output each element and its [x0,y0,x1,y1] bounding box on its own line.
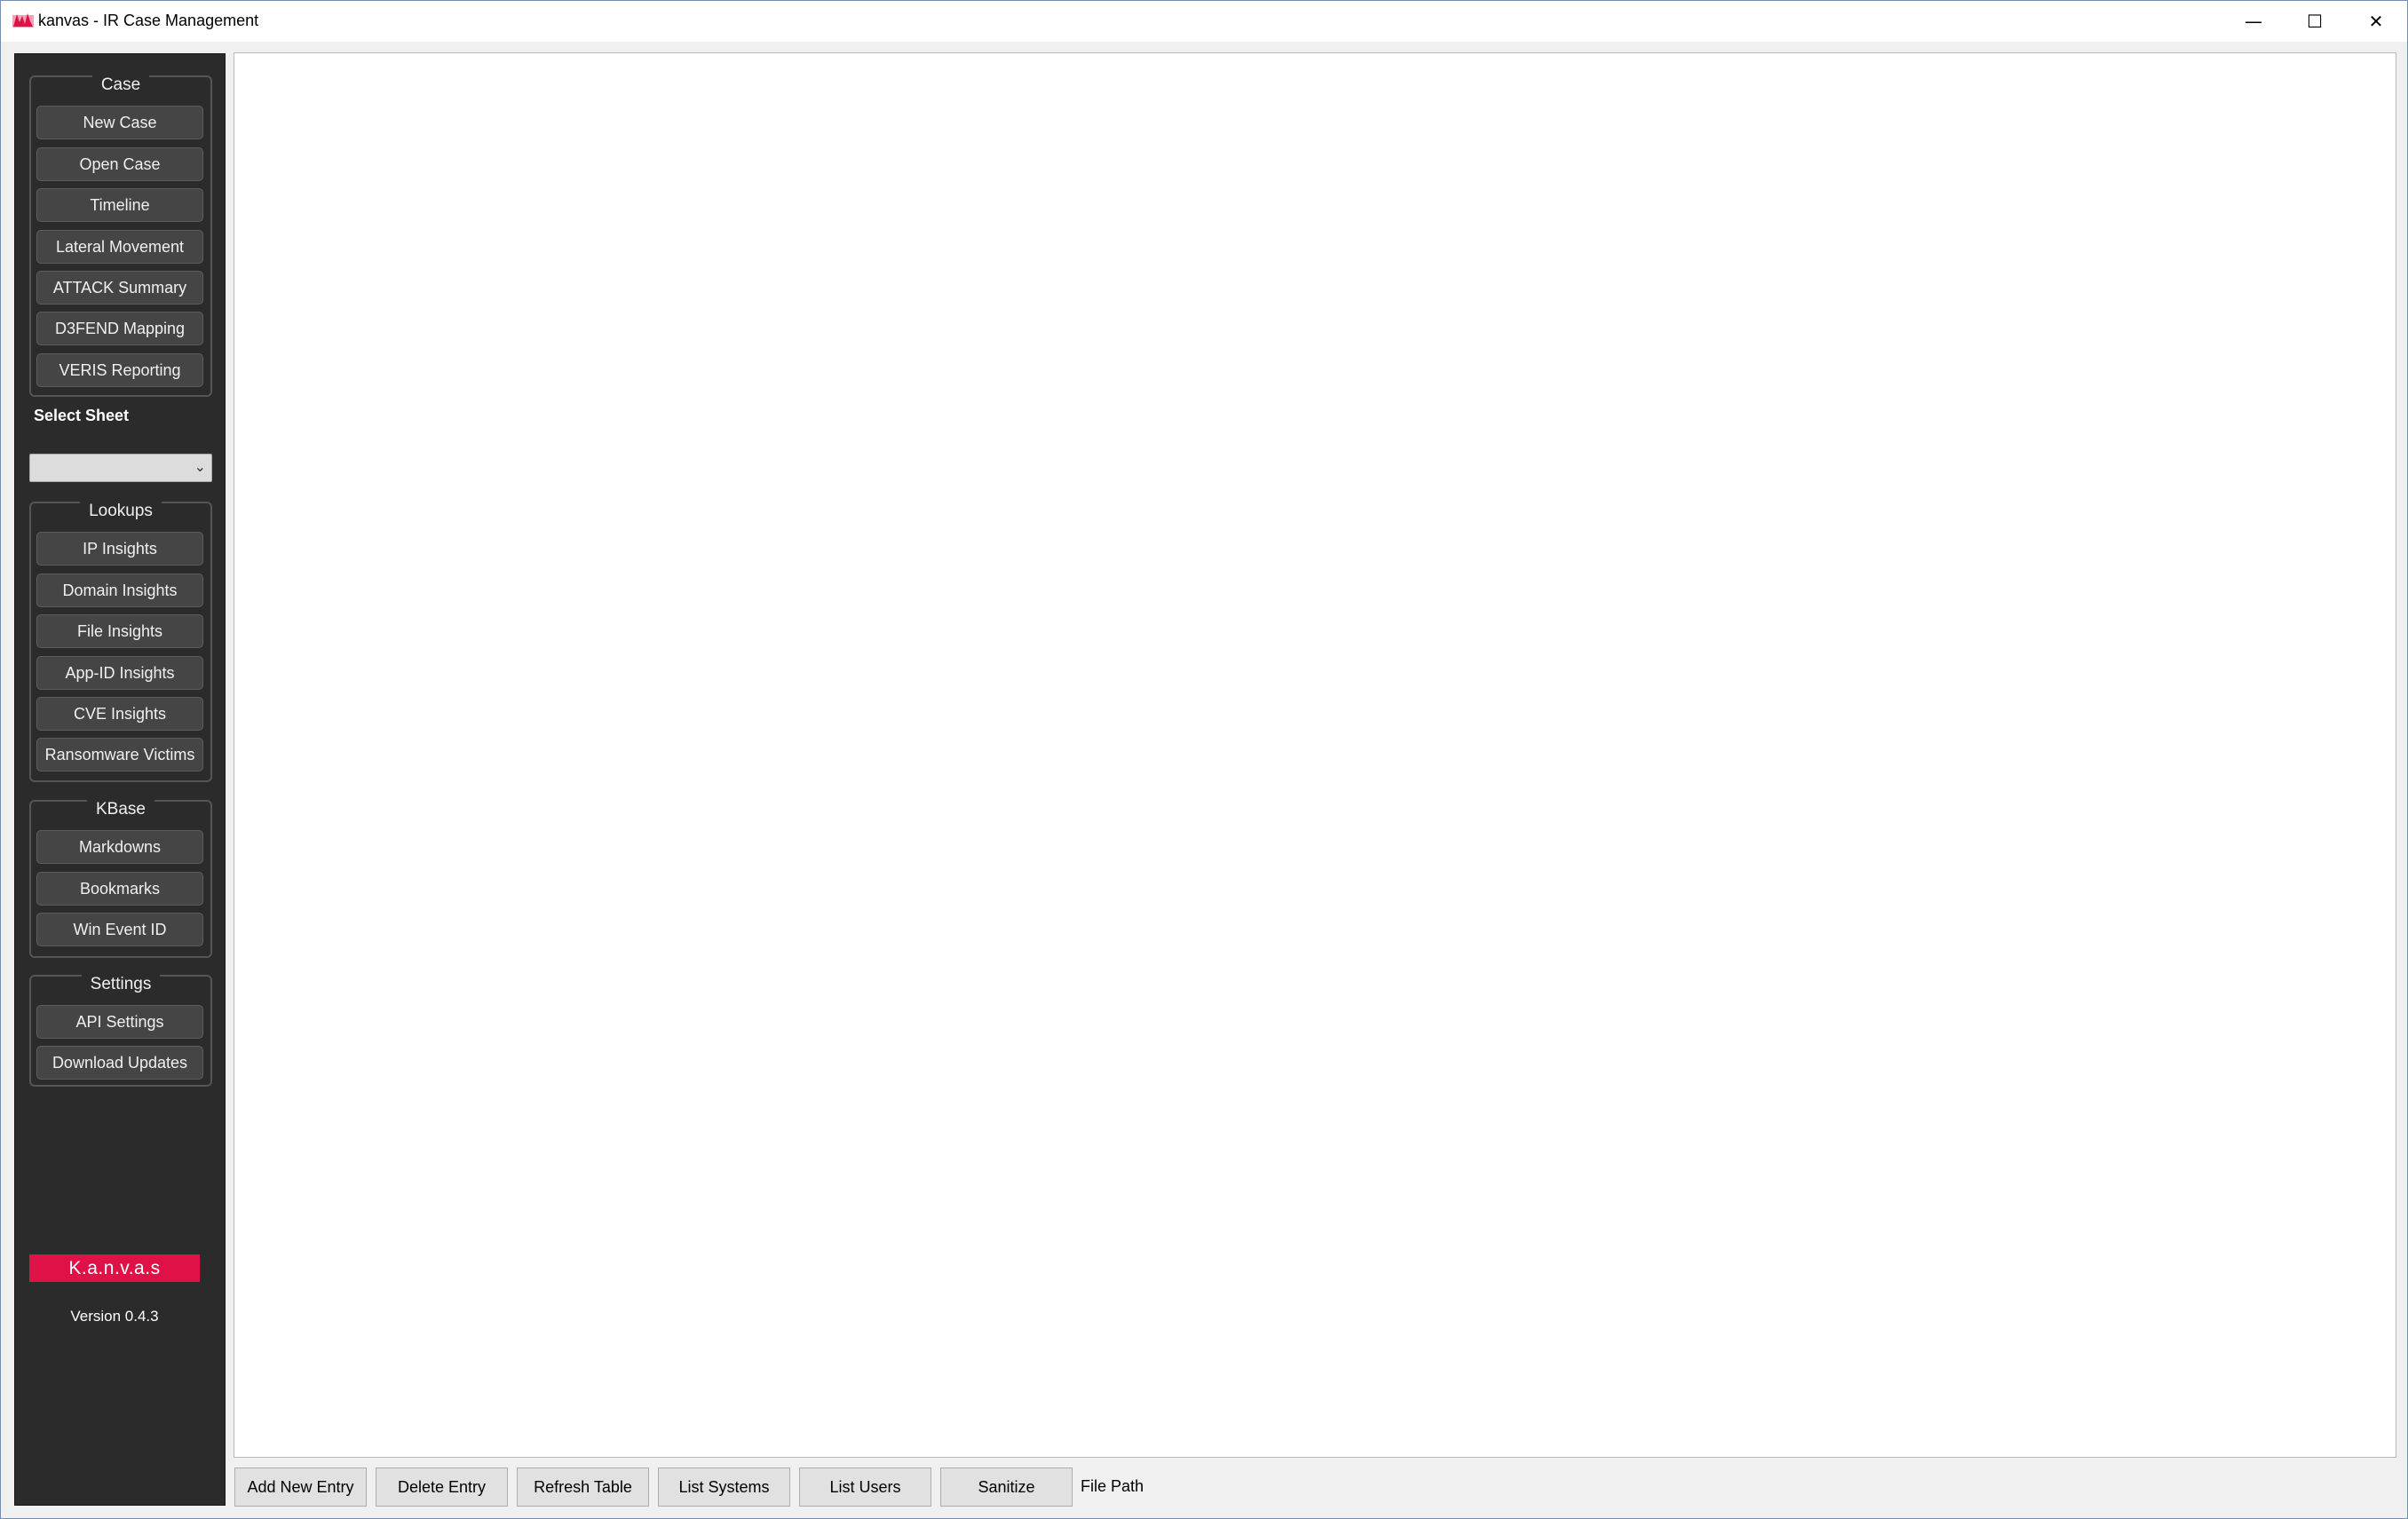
window-title: kanvas - IR Case Management [38,12,259,29]
close-button[interactable]: ✕ [2345,1,2407,42]
file-insights-button[interactable]: File Insights [36,614,203,648]
refresh-table-button[interactable]: Refresh Table [517,1468,649,1507]
case-group: Case New Case Open Case Timeline Lateral… [29,75,212,397]
list-users-button[interactable]: List Users [799,1468,931,1507]
veris-reporting-button[interactable]: VERIS Reporting [36,353,203,387]
ip-insights-button[interactable]: IP Insights [36,532,203,566]
main-table-area[interactable] [234,52,2396,1458]
title-bar: kanvas - IR Case Management — ☐ ✕ [1,1,2407,42]
domain-insights-button[interactable]: Domain Insights [36,574,203,607]
settings-group: Settings API Settings Download Updates [29,975,212,1087]
brand-banner: K.a.n.v.a.s [29,1254,200,1282]
maximize-button[interactable]: ☐ [2284,1,2346,42]
list-systems-button[interactable]: List Systems [658,1468,790,1507]
select-sheet-label: Select Sheet [34,407,130,424]
markdowns-button[interactable]: Markdowns [36,830,203,864]
new-case-button[interactable]: New Case [36,106,203,139]
open-case-button[interactable]: Open Case [36,147,203,181]
app-window: kanvas - IR Case Management — ☐ ✕ Case N… [0,0,2408,1519]
settings-group-title: Settings [81,975,161,994]
sanitize-button[interactable]: Sanitize [940,1468,1073,1507]
d3fend-mapping-button[interactable]: D3FEND Mapping [36,312,203,345]
add-new-entry-button[interactable]: Add New Entry [234,1468,367,1507]
case-group-title: Case [91,75,150,95]
delete-entry-button[interactable]: Delete Entry [376,1468,508,1507]
lookups-group: Lookups IP Insights Domain Insights File… [29,502,212,782]
minimize-button[interactable]: — [2222,1,2285,42]
app-id-insights-button[interactable]: App-ID Insights [36,656,203,690]
win-event-id-button[interactable]: Win Event ID [36,913,203,946]
close-icon: ✕ [2368,11,2384,32]
lookups-group-title: Lookups [80,502,162,521]
select-sheet-dropdown[interactable]: ⌄ [29,454,212,482]
file-path-label: File Path [1081,1477,1145,1495]
minimize-icon: — [2245,11,2262,32]
chevron-down-icon: ⌄ [194,458,206,475]
kanvas-logo-icon [12,13,34,28]
version-label: Version 0.4.3 [70,1308,159,1325]
api-settings-button[interactable]: API Settings [36,1005,203,1039]
ransomware-victims-button[interactable]: Ransomware Victims [36,738,203,771]
timeline-button[interactable]: Timeline [36,188,203,222]
kbase-group: KBase Markdowns Bookmarks Win Event ID [29,800,212,958]
sidebar: Case New Case Open Case Timeline Lateral… [14,53,226,1506]
download-updates-button[interactable]: Download Updates [36,1046,203,1080]
kbase-group-title: KBase [87,800,154,819]
attack-summary-button[interactable]: ATTACK Summary [36,271,203,305]
lateral-movement-button[interactable]: Lateral Movement [36,230,203,264]
bookmarks-button[interactable]: Bookmarks [36,872,203,906]
cve-insights-button[interactable]: CVE Insights [36,697,203,731]
maximize-icon: ☐ [2307,11,2323,32]
